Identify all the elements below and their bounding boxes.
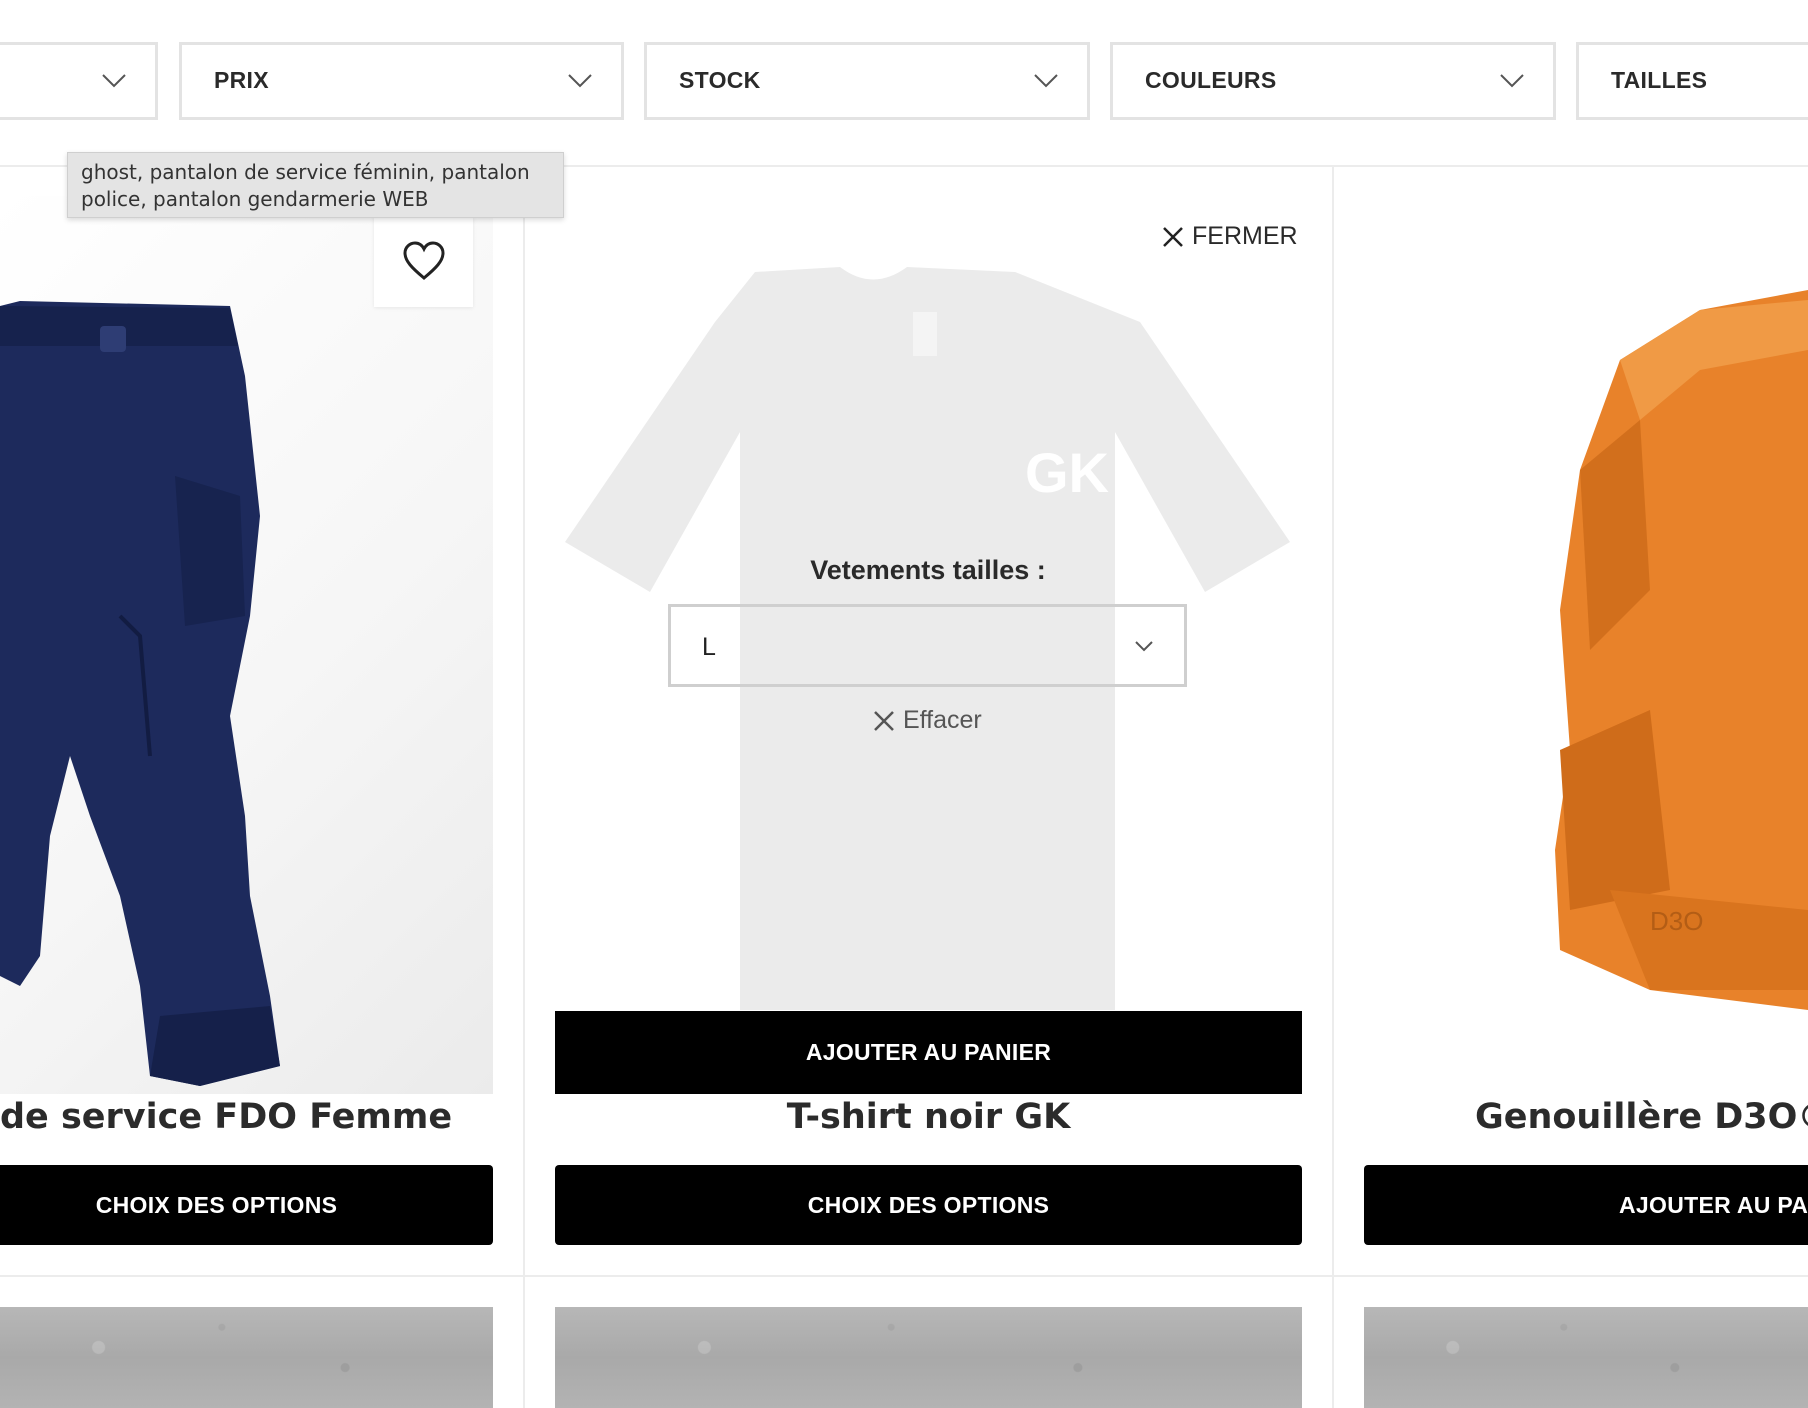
size-select[interactable]: L [668,604,1187,687]
filter-dropdown-sizes[interactable]: TAILLES [1576,42,1808,120]
filter-dropdown-colors[interactable]: COULEURS [1110,42,1556,120]
svg-text:D3O: D3O [1650,906,1703,936]
filter-label: TAILLES [1611,67,1708,93]
product-title[interactable]: T-shirt noir GK [555,1097,1302,1137]
close-icon [1163,226,1183,247]
chevron-down-icon [568,74,592,88]
product-image-pants[interactable] [0,196,493,1094]
size-select-value: L [702,633,716,661]
chevron-down-icon [102,74,126,88]
choose-options-button[interactable]: CHOIX DES OPTIONS [555,1165,1302,1245]
favorite-button[interactable] [374,215,473,307]
filter-dropdown-price[interactable]: PRIX [179,42,624,120]
close-icon [874,710,894,731]
filter-label: PRIX [214,67,269,93]
tooltip-line: ghost, pantalon de service féminin, pant… [81,160,530,184]
chevron-down-icon [1034,74,1058,88]
svg-text:GK: GK [1025,441,1109,504]
filter-label: COULEURS [1145,67,1277,93]
filter-dropdown-stock[interactable]: STOCK [644,42,1090,120]
product-image-kneepad[interactable]: D3O [1500,290,1808,1010]
chevron-down-icon [1500,74,1524,88]
divider [523,165,525,1408]
divider [0,1275,1808,1277]
chevron-down-icon [1135,641,1153,652]
size-select-label: Vetements tailles : [810,555,1046,585]
product-image[interactable] [555,1307,1302,1408]
add-to-cart-button[interactable]: AJOUTER AU PANIER [555,1011,1302,1094]
filter-dropdown-partial[interactable] [0,42,158,120]
add-to-cart-button[interactable]: AJOUTER AU PAN [1364,1165,1808,1245]
choose-options-button[interactable]: CHOIX DES OPTIONS [0,1165,493,1245]
close-options-button[interactable]: FERMER [1162,222,1298,251]
image-tooltip: ghost, pantalon de service féminin, pant… [67,152,564,218]
pants-illustration [0,301,280,1086]
close-label: FERMER [1192,222,1298,250]
clear-selection-button[interactable]: Effacer [873,706,982,735]
heart-icon [402,241,445,280]
product-title[interactable]: Genouillère D3O® T [1475,1097,1808,1137]
divider [1332,165,1334,1408]
clear-label: Effacer [903,706,982,734]
filter-label: STOCK [679,67,761,93]
product-title[interactable]: de service FDO Femme [0,1097,452,1137]
product-image[interactable] [1364,1307,1808,1408]
product-image[interactable] [0,1307,493,1408]
tooltip-line: police, pantalon gendarmerie WEB [81,187,429,211]
